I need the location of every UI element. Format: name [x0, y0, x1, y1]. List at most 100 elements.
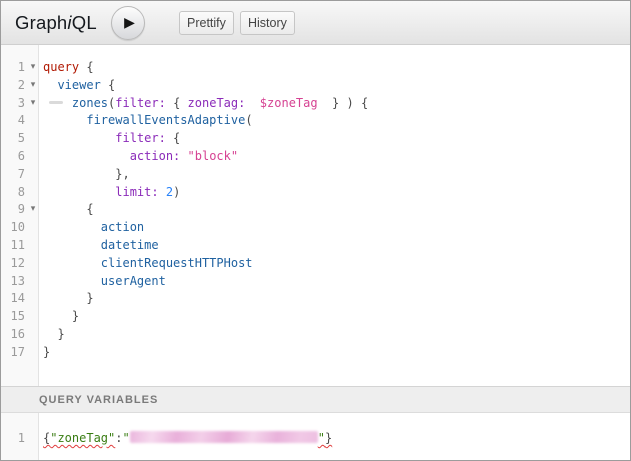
code-token [43, 274, 101, 288]
code-text: }, [43, 166, 130, 184]
code-line[interactable]: 15 } [1, 308, 630, 326]
code-token [43, 149, 130, 163]
code-text: userAgent [43, 273, 166, 291]
code-line[interactable]: 12 clientRequestHTTPHost [1, 255, 630, 273]
code-token: "block" [188, 149, 239, 163]
line-number: 9 [1, 201, 25, 219]
code-line[interactable]: 14 } [1, 290, 630, 308]
code-token: userAgent [101, 274, 166, 288]
code-text: } [43, 344, 50, 362]
code-token: viewer [57, 78, 100, 92]
code-line[interactable]: 11 datetime [1, 237, 630, 255]
code-token: "zoneTag" [50, 431, 115, 445]
code-token [43, 78, 57, 92]
code-token: } ) { [318, 96, 369, 110]
code-text: filter: { [43, 130, 180, 148]
code-line[interactable]: 10 action [1, 219, 630, 237]
line-number: 6 [1, 148, 25, 166]
query-variables-title: QUERY VARIABLES [39, 394, 158, 406]
code-token [43, 238, 101, 252]
code-text: query { [43, 59, 94, 77]
code-token: filter: [115, 96, 166, 110]
code-line[interactable]: 6 action: "block" [1, 148, 630, 166]
line-number: 16 [1, 326, 25, 344]
code-token: zones [72, 96, 108, 110]
graphiql-window: GraphiQL ▶ Prettify History 1▾query {2▾ … [0, 0, 631, 461]
code-token: " [318, 431, 325, 445]
fold-arrow-icon[interactable]: ▾ [27, 59, 39, 77]
code-token: } [43, 291, 94, 305]
line-number: 10 [1, 219, 25, 237]
code-token: filter: [115, 131, 166, 145]
logo-text-ql: QL [72, 12, 97, 33]
code-token [43, 185, 115, 199]
code-line[interactable]: 13 userAgent [1, 273, 630, 291]
code-line[interactable]: 1▾query { [1, 59, 630, 77]
query-editor[interactable]: 1▾query {2▾ viewer {3▾ zones(filter: { z… [1, 45, 630, 386]
line-number: 14 [1, 290, 25, 308]
line-number: 3 [1, 95, 25, 113]
line-number: 7 [1, 166, 25, 184]
fold-arrow-icon[interactable]: ▾ [27, 95, 39, 113]
line-number: 11 [1, 237, 25, 255]
fold-arrow-icon[interactable]: ▾ [27, 201, 39, 219]
line-number: 5 [1, 130, 25, 148]
line-number: 17 [1, 344, 25, 362]
code-line[interactable]: 8 limit: 2) [1, 184, 630, 202]
code-text: datetime [43, 237, 159, 255]
query-variables-header[interactable]: QUERY VARIABLES [1, 386, 630, 413]
code-token [166, 96, 173, 110]
line-number: 15 [1, 308, 25, 326]
code-text: action: "block" [43, 148, 238, 166]
history-button[interactable]: History [240, 11, 295, 35]
code-line[interactable]: 17} [1, 344, 630, 362]
code-token [43, 256, 101, 270]
code-token: { [43, 202, 94, 216]
code-token: firewallEventsAdaptive [86, 113, 245, 127]
code-token: } [43, 327, 65, 341]
code-line[interactable]: 3▾ zones(filter: { zoneTag: $zoneTag } )… [1, 95, 630, 113]
code-line[interactable]: 5 filter: { [1, 130, 630, 148]
code-token: } [43, 345, 50, 359]
code-text: {"zoneTag":""} [43, 430, 332, 448]
code-line[interactable]: 4 firewallEventsAdaptive( [1, 112, 630, 130]
code-token: }, [43, 167, 130, 181]
redaction-artifact [49, 101, 63, 104]
code-line[interactable]: 9▾ { [1, 201, 630, 219]
code-text: firewallEventsAdaptive( [43, 112, 253, 130]
code-token: query [43, 60, 79, 74]
code-text: } [43, 326, 65, 344]
line-number: 8 [1, 184, 25, 202]
line-number: 2 [1, 77, 25, 95]
code-token [159, 185, 166, 199]
code-token [180, 149, 187, 163]
line-number: 1 [1, 430, 25, 448]
code-line[interactable]: 16 } [1, 326, 630, 344]
variables-editor[interactable]: 1{"zoneTag":""} [1, 413, 630, 460]
line-number: 12 [1, 255, 25, 273]
code-token: 2 [166, 185, 173, 199]
code-token [43, 113, 86, 127]
code-line[interactable]: 7 }, [1, 166, 630, 184]
redacted-value [130, 431, 318, 443]
prettify-button[interactable]: Prettify [179, 11, 234, 35]
play-icon: ▶ [124, 16, 135, 30]
code-token: : [115, 431, 122, 445]
execute-button[interactable]: ▶ [111, 6, 145, 40]
code-line[interactable]: 2▾ viewer { [1, 77, 630, 95]
code-token: datetime [101, 238, 159, 252]
graphiql-logo: GraphiQL [15, 1, 97, 44]
code-token: ( [245, 113, 252, 127]
variables-editor-lines: 1{"zoneTag":""} [1, 430, 630, 448]
code-text: } [43, 290, 94, 308]
code-token: { [166, 131, 180, 145]
line-number: 4 [1, 112, 25, 130]
code-text: action [43, 219, 144, 237]
code-token: limit: [115, 185, 158, 199]
code-token: } [43, 309, 79, 323]
topbar: GraphiQL ▶ Prettify History [1, 1, 630, 45]
code-token: { [101, 78, 115, 92]
code-token: } [325, 431, 332, 445]
code-line[interactable]: 1{"zoneTag":""} [1, 430, 630, 448]
fold-arrow-icon[interactable]: ▾ [27, 77, 39, 95]
